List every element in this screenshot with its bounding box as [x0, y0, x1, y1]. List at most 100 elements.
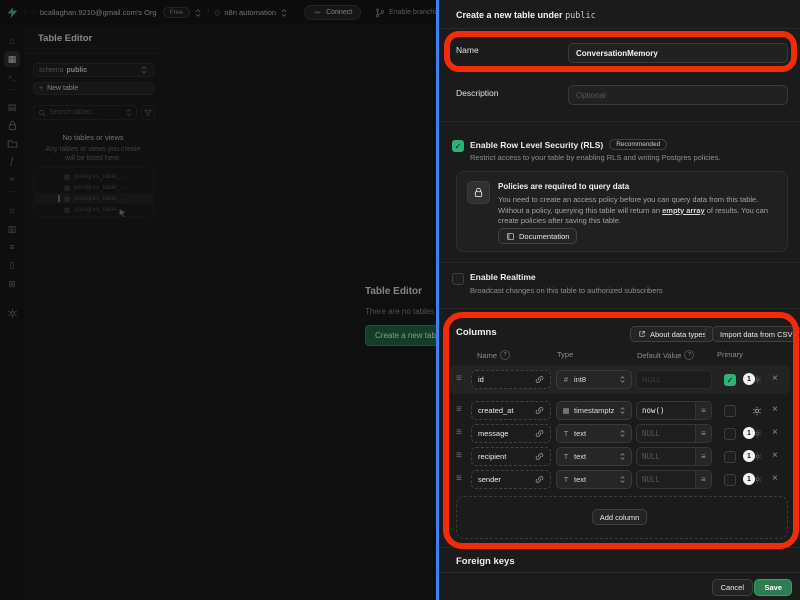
- rls-checkbox[interactable]: ✓: [452, 140, 464, 152]
- breadcrumb-project[interactable]: n8n automation: [224, 8, 276, 17]
- sql-editor-icon[interactable]: >_: [4, 69, 20, 85]
- edge-functions-icon[interactable]: ƒ: [4, 153, 20, 169]
- drag-handle-icon[interactable]: ≡: [456, 404, 462, 415]
- supabase-logo-icon[interactable]: [6, 6, 19, 19]
- list-item[interactable]: ▦postgres_table_…: [34, 182, 153, 193]
- list-item[interactable]: ▦postgres_table_…: [34, 204, 153, 215]
- primary-key-checkbox[interactable]: [724, 428, 736, 440]
- column-default-input[interactable]: [637, 448, 695, 465]
- reports-icon[interactable]: ▥: [4, 221, 20, 237]
- api-docs-icon[interactable]: ▯: [4, 257, 20, 273]
- primary-key-checkbox[interactable]: [724, 451, 736, 463]
- foreign-key-link-icon[interactable]: [535, 452, 544, 461]
- logs-icon[interactable]: ≡: [4, 239, 20, 255]
- column-name-field[interactable]: [471, 470, 551, 489]
- drag-handle-icon[interactable]: ≡: [456, 473, 462, 484]
- remove-column-button[interactable]: ×: [772, 427, 778, 439]
- foreign-key-link-icon[interactable]: [535, 429, 544, 438]
- check-icon: ✓: [455, 142, 462, 151]
- connect-button[interactable]: Connect: [304, 5, 361, 20]
- remove-column-button[interactable]: ×: [772, 373, 778, 385]
- about-data-types-button[interactable]: About data types: [630, 326, 714, 342]
- column-settings[interactable]: [742, 404, 762, 417]
- remove-column-button[interactable]: ×: [772, 450, 778, 462]
- help-icon[interactable]: ?: [500, 350, 510, 360]
- foreign-key-link-icon[interactable]: [535, 375, 544, 384]
- column-name-field[interactable]: [471, 370, 551, 389]
- gear-icon[interactable]: [752, 406, 762, 416]
- org-switcher-chevron-icon[interactable]: [194, 7, 202, 17]
- storage-folder-icon[interactable]: [4, 135, 20, 151]
- drag-handle-icon[interactable]: ≡: [456, 373, 462, 384]
- policies-body-emphasis[interactable]: empty array: [662, 206, 705, 215]
- default-value-menu-button[interactable]: ≡: [695, 402, 711, 419]
- cancel-button[interactable]: Cancel: [712, 579, 753, 596]
- column-name-input[interactable]: [472, 452, 534, 461]
- schema-select[interactable]: schema public: [33, 63, 154, 77]
- column-header-primary: Primary: [717, 350, 743, 359]
- column-name-field[interactable]: [471, 447, 551, 466]
- column-name-input[interactable]: [472, 475, 534, 484]
- advisors-bulb-icon[interactable]: ☼: [4, 202, 20, 218]
- name-input[interactable]: [568, 43, 788, 63]
- drag-handle-icon[interactable]: ≡: [456, 427, 462, 438]
- primary-key-checkbox[interactable]: [724, 405, 736, 417]
- column-name-input[interactable]: [472, 406, 534, 415]
- column-default-field[interactable]: ≡: [636, 401, 712, 420]
- column-name-input[interactable]: [472, 375, 534, 384]
- new-table-button[interactable]: + New table: [33, 82, 154, 95]
- save-button[interactable]: Save: [754, 579, 792, 596]
- filter-tables-button[interactable]: [141, 105, 155, 120]
- help-icon[interactable]: ?: [684, 350, 694, 360]
- search-tables-input[interactable]: Search tables...: [33, 105, 137, 120]
- column-settings[interactable]: 1: [742, 473, 762, 486]
- column-type-select[interactable]: T text: [556, 424, 632, 443]
- column-type-select[interactable]: T text: [556, 447, 632, 466]
- column-name-field[interactable]: [471, 401, 551, 420]
- remove-column-button[interactable]: ×: [772, 473, 778, 485]
- column-default-input[interactable]: [637, 471, 695, 488]
- import-csv-button[interactable]: Import data from CSV: [712, 326, 800, 342]
- foreign-key-link-icon[interactable]: [535, 406, 544, 415]
- realtime-icon[interactable]: ≈: [4, 171, 20, 187]
- description-input[interactable]: [568, 85, 788, 105]
- home-icon[interactable]: ⌂: [4, 33, 20, 49]
- drag-handle-icon[interactable]: ≡: [456, 450, 462, 461]
- column-settings[interactable]: 1: [742, 450, 762, 463]
- realtime-label: Enable Realtime: [470, 272, 536, 282]
- documentation-button[interactable]: Documentation: [498, 228, 577, 244]
- column-type-select[interactable]: ▦ timestamptz: [556, 401, 632, 420]
- default-value-menu-button[interactable]: ≡: [695, 425, 711, 442]
- default-value-menu-button[interactable]: ≡: [695, 448, 711, 465]
- primary-key-checkbox[interactable]: [724, 474, 736, 486]
- rls-label-text: Enable Row Level Security (RLS): [470, 140, 603, 150]
- column-settings[interactable]: 1: [742, 373, 762, 386]
- database-icon[interactable]: ▤: [4, 99, 20, 115]
- breadcrumb-org[interactable]: bcallaghan.9210@gmail.com's Org: [40, 8, 157, 17]
- project-switcher-chevron-icon[interactable]: [280, 7, 288, 17]
- primary-key-checkbox[interactable]: ✓: [724, 374, 736, 386]
- add-column-button[interactable]: Add column: [592, 509, 648, 525]
- column-default-field[interactable]: ≡: [636, 470, 712, 489]
- list-item-highlighted[interactable]: ▦postgres_table_…: [34, 193, 153, 204]
- column-type-select[interactable]: T text: [556, 470, 632, 489]
- realtime-checkbox[interactable]: [452, 273, 464, 285]
- column-name-field[interactable]: [471, 424, 551, 443]
- column-default-input[interactable]: [637, 402, 695, 419]
- column-default-field[interactable]: ≡: [636, 424, 712, 443]
- column-default-field[interactable]: ≡: [636, 447, 712, 466]
- column-name-input[interactable]: [472, 429, 534, 438]
- default-value-menu-button[interactable]: ≡: [695, 471, 711, 488]
- column-type-select[interactable]: # int8: [556, 370, 632, 389]
- type-icon-text: T: [562, 475, 570, 484]
- list-item[interactable]: ▦postgres_table_…: [34, 171, 153, 182]
- column-default-input[interactable]: [637, 425, 695, 442]
- remove-column-button[interactable]: ×: [772, 404, 778, 416]
- settings-gear-icon[interactable]: [4, 305, 20, 321]
- sidebar-empty-subtitle: Any tables or views you create will be l…: [24, 145, 162, 163]
- foreign-key-link-icon[interactable]: [535, 475, 544, 484]
- integrations-icon[interactable]: ⊞: [4, 276, 20, 292]
- table-editor-icon[interactable]: ▦: [4, 51, 20, 67]
- column-settings[interactable]: 1: [742, 427, 762, 440]
- auth-lock-icon[interactable]: [4, 117, 20, 133]
